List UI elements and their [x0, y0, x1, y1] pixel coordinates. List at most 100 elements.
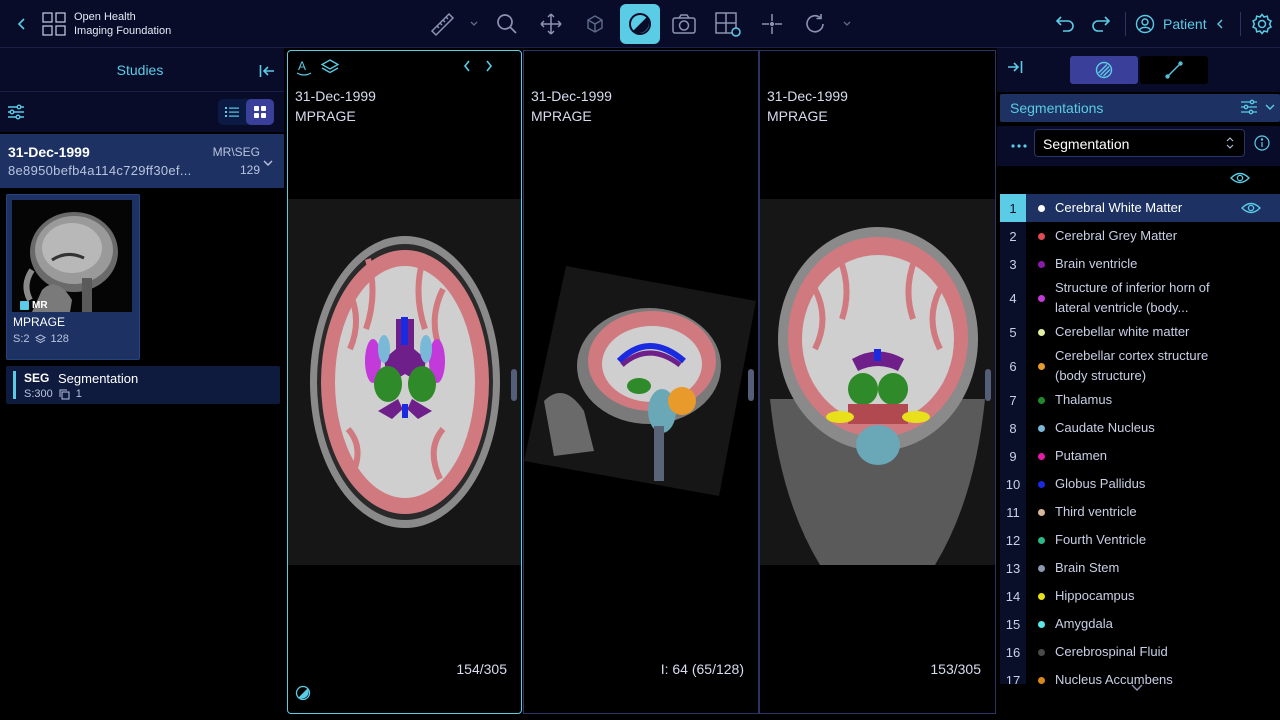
segment-index: 8	[1000, 414, 1026, 442]
segment-color-swatch	[1038, 260, 1045, 268]
window-level-button[interactable]	[620, 4, 660, 44]
zoom-tool-button[interactable]	[487, 4, 527, 44]
grid-view-icon[interactable]	[246, 99, 274, 125]
measure-tool-button[interactable]	[422, 4, 462, 44]
collapse-icon[interactable]	[256, 60, 278, 82]
chevron-down-icon[interactable]	[469, 17, 479, 31]
viewport-sagittal[interactable]: 31-Dec-1999 MPRAGE I: 64 (65/128)	[523, 50, 759, 714]
more-dots-icon[interactable]	[1009, 136, 1029, 156]
grid-logo-icon	[42, 12, 66, 36]
study-date: 31-Dec-1999	[8, 144, 90, 160]
crosshairs-button[interactable]	[752, 4, 792, 44]
chevron-down-icon[interactable]	[262, 157, 274, 169]
tab-measurements[interactable]	[1140, 56, 1208, 84]
segment-color-swatch	[1038, 328, 1045, 336]
logo-line-2: Imaging Foundation	[74, 25, 172, 37]
study-filter-row	[0, 92, 284, 132]
segment-row[interactable]: 11 Third ventricle	[1000, 498, 1280, 526]
viewport-scrollbar[interactable]	[511, 369, 517, 401]
seg-indicator-bar	[13, 371, 16, 399]
reset-view-button[interactable]	[795, 4, 835, 44]
study-modalities: MR\SEG	[212, 145, 260, 159]
layout-button[interactable]	[708, 4, 748, 44]
segment-row[interactable]: 9 Putamen	[1000, 442, 1280, 470]
segment-label: Globus Pallidus	[1055, 476, 1146, 491]
series-description: MPRAGE	[13, 315, 66, 329]
viewport-scrollbar[interactable]	[985, 369, 991, 401]
eye-icon[interactable]	[1240, 200, 1262, 216]
segment-index: 5	[1000, 318, 1026, 346]
studies-header: Studies	[0, 48, 284, 92]
info-icon[interactable]	[1253, 134, 1271, 152]
segment-row[interactable]: 15 Amygdala	[1000, 610, 1280, 638]
segment-index: 4	[1000, 278, 1026, 318]
undo-icon[interactable]	[1053, 12, 1077, 36]
reset-icon	[806, 14, 824, 33]
segment-label: Cerebral Grey Matter	[1055, 228, 1178, 243]
segment-label: Amygdala	[1055, 616, 1113, 631]
segment-color-swatch	[1038, 362, 1045, 370]
copy-icon	[59, 389, 70, 399]
segment-row[interactable]: 12 Fourth Ventricle	[1000, 526, 1280, 554]
tab-segmentation[interactable]	[1070, 56, 1138, 84]
segment-row[interactable]: 13 Brain Stem	[1000, 554, 1280, 582]
segment-label: Cerebral White Matter	[1055, 200, 1183, 215]
series-list-item-seg[interactable]: SEG Segmentation S:300 1	[6, 366, 280, 404]
gear-icon[interactable]	[1250, 12, 1274, 36]
chevron-left-icon[interactable]	[12, 14, 32, 34]
collapse-icon[interactable]	[1005, 57, 1025, 77]
chevron-left-icon	[1216, 19, 1223, 29]
3d-rotate-button[interactable]	[575, 4, 615, 44]
user-icon	[1135, 14, 1155, 34]
segment-row[interactable]: 6 Cerebellar cortex structure (body struc…	[1000, 346, 1280, 386]
segment-color-swatch	[1038, 480, 1045, 488]
segment-index: 7	[1000, 386, 1026, 414]
seg-meta: S:300 1	[24, 388, 82, 400]
segment-color-swatch	[1038, 592, 1045, 600]
segment-row[interactable]: 8 Caudate Nucleus	[1000, 414, 1280, 442]
segment-row[interactable]: 16 Cerebrospinal Fluid	[1000, 638, 1280, 666]
modality-badge-label: MR	[32, 300, 48, 311]
slice-indicator: I: 64 (65/128)	[660, 661, 744, 677]
study-list-item[interactable]: 31-Dec-1999 8e8950befb4a114c729ff30ef...…	[0, 134, 284, 188]
segment-row[interactable]: 14 Hippocampus	[1000, 582, 1280, 610]
segmentations-section-header[interactable]: Segmentations	[1000, 94, 1280, 122]
series-number: S:2	[13, 333, 30, 345]
chevron-down-icon[interactable]	[842, 17, 852, 31]
segment-index: 2	[1000, 222, 1026, 250]
segmentation-dropdown[interactable]: Segmentation	[1034, 129, 1245, 157]
segment-row[interactable]: 1 Cerebral White Matter	[1000, 194, 1280, 222]
redo-icon[interactable]	[1089, 12, 1113, 36]
segment-row[interactable]: 4 Structure of inferior horn of lateral v…	[1000, 278, 1280, 318]
move-icon	[540, 13, 562, 35]
filter-icon[interactable]	[6, 102, 26, 122]
segment-label: Structure of inferior horn of lateral ve…	[1055, 280, 1210, 315]
chevron-right-icon	[486, 60, 493, 72]
rotate-3d-icon	[587, 15, 603, 33]
orientation-marker-icon: A	[296, 59, 312, 76]
chevron-down-icon[interactable]	[1129, 682, 1145, 694]
segment-row[interactable]: 10 Globus Pallidus	[1000, 470, 1280, 498]
patient-info-toggle[interactable]: Patient	[1135, 12, 1225, 36]
toolbar-divider	[1125, 12, 1126, 36]
pan-tool-button[interactable]	[531, 4, 571, 44]
segment-row[interactable]: 5 Cerebellar white matter	[1000, 318, 1280, 346]
segment-color-swatch	[1038, 294, 1045, 302]
list-view-icon[interactable]	[218, 99, 246, 125]
viewport-scrollbar[interactable]	[748, 369, 754, 401]
capture-button[interactable]	[664, 4, 704, 44]
segment-color-swatch	[1038, 648, 1045, 656]
toolbar-divider	[1240, 12, 1241, 36]
viewport-coronal[interactable]: 31-Dec-1999 MPRAGE 153/305	[759, 50, 996, 714]
modality-badge: MR	[20, 300, 48, 311]
segment-row[interactable]: 3 Brain ventricle	[1000, 250, 1280, 278]
segment-index: 6	[1000, 346, 1026, 386]
segment-row[interactable]: 2 Cerebral Grey Matter	[1000, 222, 1280, 250]
segment-index: 3	[1000, 250, 1026, 278]
eye-icon[interactable]	[1229, 170, 1251, 186]
segment-row[interactable]: 7 Thalamus	[1000, 386, 1280, 414]
contrast-icon[interactable]	[295, 685, 311, 701]
series-thumbnail-mprage[interactable]: MR MPRAGE S:2 128	[6, 194, 140, 360]
studies-tab[interactable]: Studies	[0, 62, 280, 78]
viewport-axial[interactable]: A 31-Dec-1999 MPRAGE 154/305	[287, 50, 522, 714]
